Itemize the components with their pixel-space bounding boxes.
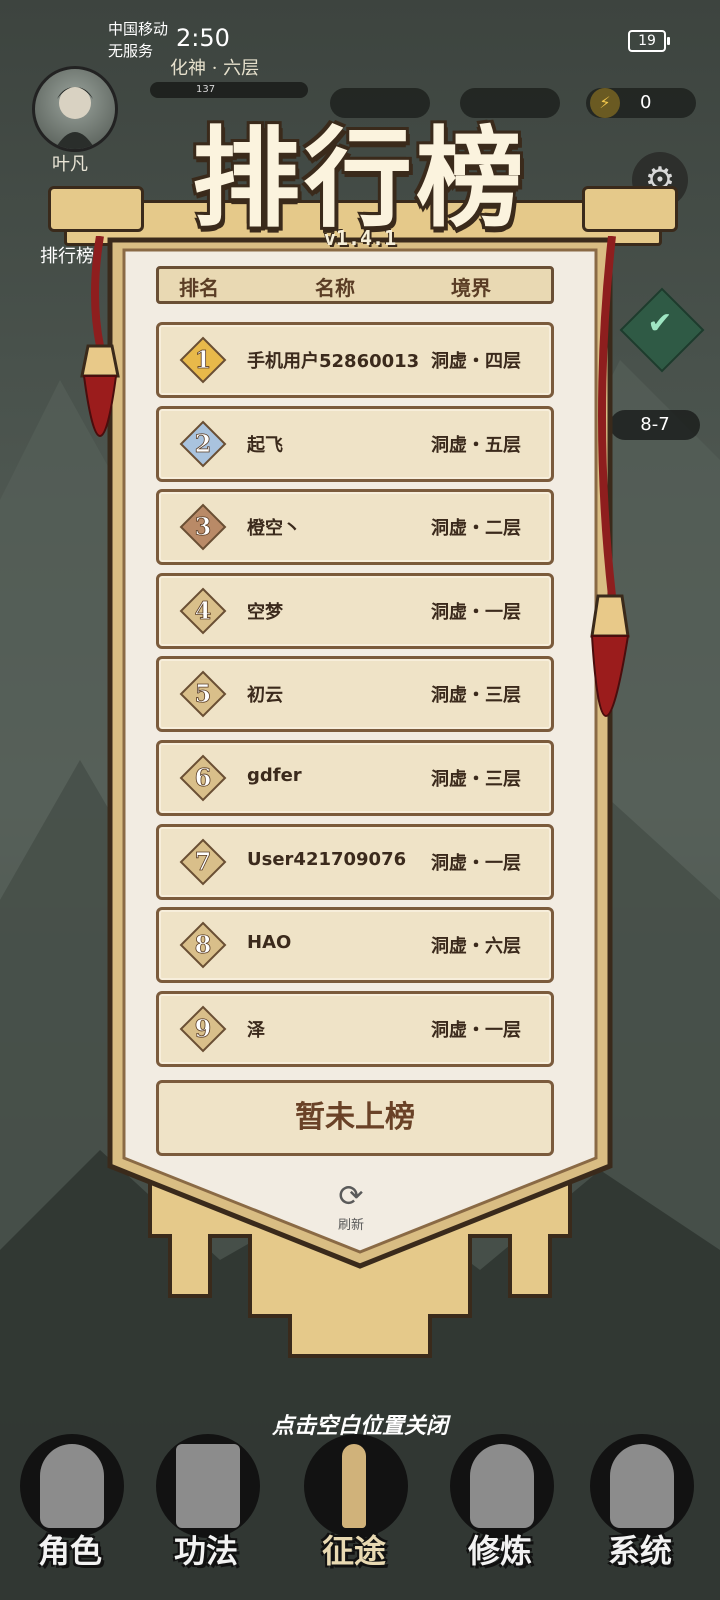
player-name: HAO bbox=[247, 932, 292, 953]
nav-skills[interactable]: 功法 bbox=[136, 1420, 276, 1600]
nav-label: 修炼 bbox=[467, 1532, 532, 1570]
leaderboard-row: 7 User421709076 洞虚・一层 bbox=[156, 824, 554, 900]
leaderboard-row: 9 泽 洞虚・一层 bbox=[156, 991, 554, 1067]
system-icon bbox=[610, 1444, 674, 1528]
battery-icon: 19 bbox=[628, 30, 670, 52]
player-realm: 洞虚・四层 bbox=[431, 351, 521, 372]
header-name: 名称 bbox=[315, 276, 355, 300]
player-name: User421709076 bbox=[247, 849, 407, 870]
refresh-icon: ⟳ bbox=[338, 1179, 364, 1214]
self-rank-status: 暂未上榜 bbox=[156, 1080, 554, 1156]
rank-number: 6 bbox=[195, 763, 212, 792]
nav-character[interactable]: 角色 bbox=[0, 1420, 140, 1600]
table-header: 排名 名称 境界 bbox=[156, 266, 554, 304]
player-realm: 化神 · 六层 bbox=[170, 58, 260, 79]
rank-number: 9 bbox=[195, 1014, 212, 1043]
left-tassel bbox=[80, 236, 120, 437]
player-name: 起飞 bbox=[247, 435, 283, 456]
rank-number: 3 bbox=[195, 512, 212, 541]
version-label: v1.4.1 bbox=[323, 226, 397, 250]
nav-label: 功法 bbox=[173, 1532, 238, 1570]
player-realm: 洞虚・一层 bbox=[431, 1020, 521, 1041]
rank-badge-icon: 4 bbox=[179, 587, 227, 635]
leaderboard-row: 1 手机用户52860013 洞虚・四层 bbox=[156, 322, 554, 398]
scroll-rod-end-left bbox=[48, 186, 144, 232]
bottom-nav: 角色 功法 征途 修炼 系统 bbox=[0, 1420, 720, 1600]
leaderboard-row: 4 空梦 洞虚・一层 bbox=[156, 573, 554, 649]
leaderboard-row: 5 初云 洞虚・三层 bbox=[156, 656, 554, 732]
player-realm: 洞虚・一层 bbox=[431, 853, 521, 874]
rank-badge-icon: 8 bbox=[179, 921, 227, 969]
player-name: 空梦 bbox=[247, 602, 283, 623]
leaderboard-row: 6 gdfer 洞虚・三层 bbox=[156, 740, 554, 816]
meditate-icon bbox=[470, 1444, 534, 1528]
rank-badge-icon: 9 bbox=[179, 1005, 227, 1053]
player-name: 泽 bbox=[247, 1020, 265, 1041]
nav-journey[interactable]: 征途 bbox=[284, 1420, 424, 1600]
player-realm: 洞虚・六层 bbox=[431, 936, 521, 957]
player-realm: 洞虚・三层 bbox=[431, 769, 521, 790]
leaderboard-row: 8 HAO 洞虚・六层 bbox=[156, 907, 554, 983]
player-name: 叶凡 bbox=[52, 154, 88, 175]
rank-number: 7 bbox=[195, 847, 212, 876]
right-tassel bbox=[590, 236, 630, 717]
rank-badge-icon: 3 bbox=[179, 503, 227, 551]
leaderboard-row: 3 橙空丶 洞虚・二层 bbox=[156, 489, 554, 565]
header-realm: 境界 bbox=[451, 276, 491, 300]
player-realm: 洞虚・五层 bbox=[431, 435, 521, 456]
nav-system[interactable]: 系统 bbox=[570, 1420, 710, 1600]
player-realm: 洞虚・一层 bbox=[431, 602, 521, 623]
nav-cultivate[interactable]: 修炼 bbox=[430, 1420, 570, 1600]
player-name: gdfer bbox=[247, 765, 302, 786]
rank-badge-icon: 2 bbox=[179, 420, 227, 468]
status-carrier: 中国移动 无服务 bbox=[108, 18, 168, 62]
nav-label: 征途 bbox=[321, 1532, 386, 1570]
player-realm: 洞虚・三层 bbox=[431, 685, 521, 706]
player-name: 手机用户52860013 bbox=[247, 351, 420, 372]
carrier-text: 中国移动 bbox=[108, 20, 169, 38]
header-rank: 排名 bbox=[179, 276, 219, 300]
avatar-portrait-icon bbox=[55, 87, 95, 149]
player-realm: 洞虚・二层 bbox=[431, 518, 521, 539]
rank-number: 2 bbox=[195, 429, 212, 458]
scroll-rod-end-right bbox=[582, 186, 678, 232]
rank-number: 8 bbox=[195, 930, 212, 959]
character-icon bbox=[40, 1444, 104, 1528]
nav-label: 系统 bbox=[607, 1532, 672, 1570]
rank-badge-icon: 6 bbox=[179, 754, 227, 802]
rank-badge-icon: 1 bbox=[179, 336, 227, 384]
leaderboard-title: 排行榜 bbox=[191, 116, 528, 242]
status-time: 2:50 bbox=[176, 24, 230, 52]
nav-label: 角色 bbox=[37, 1532, 102, 1570]
player-name: 橙空丶 bbox=[247, 518, 301, 539]
service-text: 无服务 bbox=[108, 42, 154, 60]
player-avatar[interactable] bbox=[32, 66, 118, 152]
book-icon bbox=[176, 1444, 240, 1528]
leaderboard-row: 2 起飞 洞虚・五层 bbox=[156, 406, 554, 482]
sword-icon bbox=[342, 1444, 366, 1528]
rank-badge-icon: 5 bbox=[179, 670, 227, 718]
energy-value: 0 bbox=[640, 92, 652, 113]
lightning-icon: ⚡ bbox=[590, 88, 620, 118]
rank-badge-icon: 7 bbox=[179, 838, 227, 886]
rank-number: 5 bbox=[195, 679, 212, 708]
rank-number: 1 bbox=[195, 345, 212, 374]
refresh-label: 刷新 bbox=[337, 1218, 364, 1233]
rank-number: 4 bbox=[195, 596, 212, 625]
check-icon: ✔ bbox=[647, 306, 673, 341]
refresh-button[interactable]: ⟳ 刷新 bbox=[326, 1179, 376, 1234]
player-name: 初云 bbox=[247, 685, 283, 706]
